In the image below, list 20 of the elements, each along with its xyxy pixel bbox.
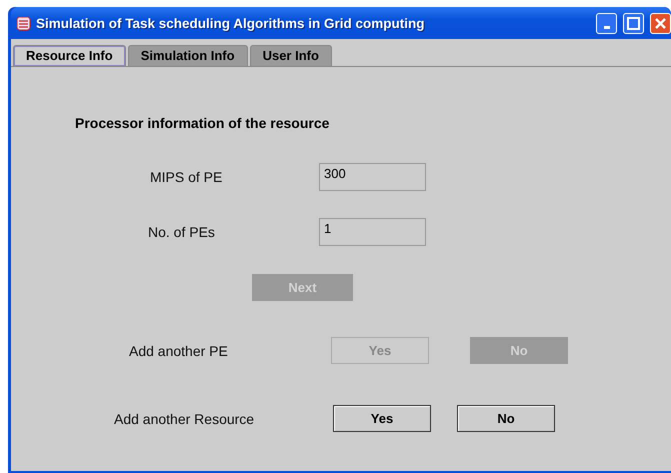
window-title: Simulation of Task scheduling Algorithms in Grid computing <box>36 16 426 30</box>
option-label: Add another PE <box>128 342 229 358</box>
field-label: MIPS of PE <box>149 169 224 185</box>
tab[interactable]: Resource Info <box>13 45 126 66</box>
field-label: No. of PEs <box>147 224 216 240</box>
maximize-button[interactable] <box>623 12 644 34</box>
tab[interactable]: User Info <box>250 45 332 66</box>
button[interactable]: No <box>457 405 555 432</box>
section-heading: Processor information of the resource <box>74 114 330 131</box>
close-button[interactable] <box>650 12 671 34</box>
button[interactable]: Yes <box>333 405 431 432</box>
close-icon <box>654 16 667 30</box>
minimize-icon <box>604 26 610 28</box>
minimize-button[interactable] <box>596 12 617 34</box>
maximize-icon <box>627 16 640 30</box>
tab[interactable]: Simulation Info <box>128 45 248 66</box>
option-label: Add another Resource <box>113 410 256 426</box>
input-field[interactable]: 1 <box>319 218 426 246</box>
input-field[interactable]: 300 <box>319 163 426 191</box>
app-icon <box>15 14 32 32</box>
